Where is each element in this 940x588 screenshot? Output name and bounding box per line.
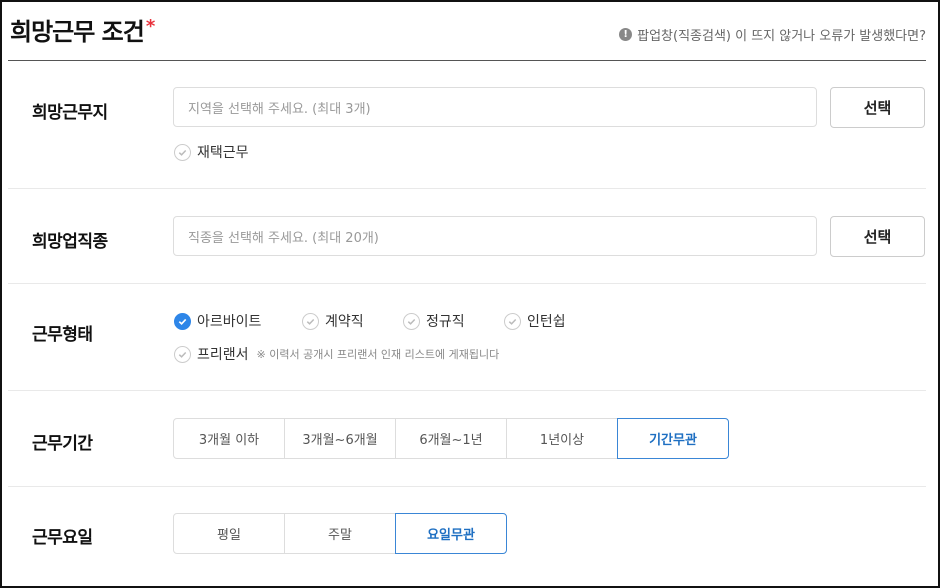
freelancer-note: ※ 이력서 공개시 프리랜서 인재 리스트에 게재됩니다 xyxy=(256,348,500,361)
employment-option-contract[interactable]: 계약직 xyxy=(302,311,364,331)
check-icon xyxy=(504,312,521,330)
page-title: 희망근무 조건 * xyxy=(10,16,155,46)
check-icon xyxy=(174,143,191,161)
location-select-button[interactable]: 선택 xyxy=(830,87,925,128)
location-input[interactable]: 지역을 선택해 주세요. (최대 3개) xyxy=(173,87,817,127)
days-label: 근무요일 xyxy=(32,528,93,548)
employment-option-label: 계약직 xyxy=(325,314,364,330)
employment-option-freelancer[interactable]: 프리랜서 ※ 이력서 공개시 프리랜서 인재 리스트에 게재됩니다 xyxy=(174,344,499,364)
days-option[interactable]: 평일 xyxy=(173,513,285,554)
check-icon xyxy=(403,312,420,330)
period-label: 근무기간 xyxy=(32,434,93,454)
location-label: 희망근무지 xyxy=(32,103,108,123)
required-mark: * xyxy=(145,16,155,37)
job-select-button[interactable]: 선택 xyxy=(830,216,925,257)
help-link[interactable]: ! 팝업창(직종검색) 이 뜨지 않거나 오류가 발생했다면? xyxy=(619,25,926,44)
period-option[interactable]: 6개월~1년 xyxy=(395,418,507,459)
period-segmented-control: 3개월 이하 3개월~6개월 6개월~1년 1년이상 기간무관 xyxy=(173,418,729,459)
employment-option-intern[interactable]: 인턴쉽 xyxy=(504,311,566,331)
check-icon xyxy=(174,312,191,330)
section-divider xyxy=(8,188,926,189)
employment-option-label: 인턴쉽 xyxy=(527,314,566,330)
header-divider xyxy=(8,60,926,61)
period-option[interactable]: 3개월~6개월 xyxy=(284,418,396,459)
employment-option-label: 정규직 xyxy=(426,314,465,330)
days-option[interactable]: 주말 xyxy=(284,513,396,554)
employment-label: 근무형태 xyxy=(32,325,93,345)
section-divider xyxy=(8,390,926,391)
info-icon: ! xyxy=(619,28,633,41)
days-option-selected[interactable]: 요일무관 xyxy=(395,513,507,554)
remote-work-label: 재택근무 xyxy=(197,145,249,161)
help-text: 팝업창(직종검색) 이 뜨지 않거나 오류가 발생했다면? xyxy=(637,29,926,44)
job-input[interactable]: 직종을 선택해 주세요. (최대 20개) xyxy=(173,216,817,256)
period-option[interactable]: 3개월 이하 xyxy=(173,418,285,459)
section-divider xyxy=(8,283,926,284)
period-option-selected[interactable]: 기간무관 xyxy=(617,418,729,459)
period-option[interactable]: 1년이상 xyxy=(506,418,618,459)
job-label: 희망업직종 xyxy=(32,232,108,252)
employment-option-parttime[interactable]: 아르바이트 xyxy=(174,311,261,331)
freelancer-label: 프리랜서 xyxy=(197,347,249,363)
remote-work-checkbox[interactable]: 재택근무 xyxy=(174,142,249,162)
employment-option-label: 아르바이트 xyxy=(197,314,262,330)
employment-option-fulltime[interactable]: 정규직 xyxy=(403,311,465,331)
days-segmented-control: 평일 주말 요일무관 xyxy=(173,513,507,554)
section-divider xyxy=(8,486,926,487)
check-icon xyxy=(174,345,191,363)
check-icon xyxy=(302,312,319,330)
